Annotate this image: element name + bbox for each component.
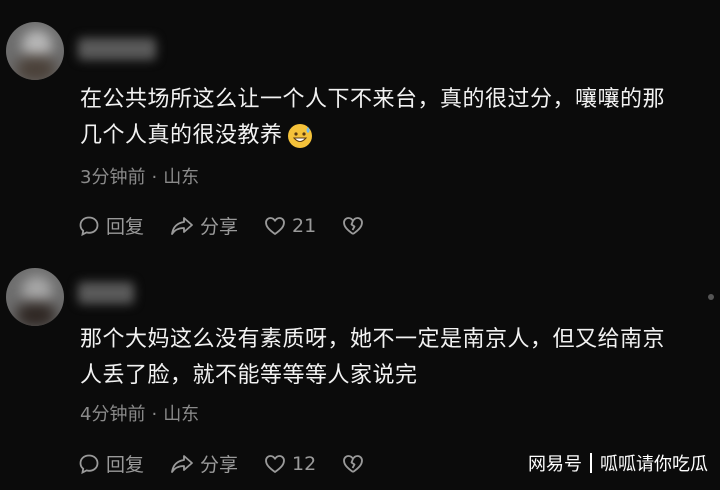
share-arrow-icon (171, 454, 193, 473)
comment-text: 那个大妈这么没有素质呀，她不一定是南京人，但又给南京 人丢了脸，就不能等等等人家… (80, 322, 710, 394)
separator: · (151, 404, 158, 425)
comment-text-line: 人丢了脸，就不能等等等人家说完 (80, 363, 418, 388)
speech-bubble-icon (79, 454, 99, 474)
comment-actions: 回复 分享 12 (78, 450, 396, 477)
comment-item: 那个大妈这么没有素质呀，她不一定是南京人，但又给南京 人丢了脸，就不能等等等人家… (0, 0, 720, 490)
dislike-button[interactable] (342, 454, 370, 474)
watermark: 网易号 呱呱请你吃瓜 (528, 450, 708, 476)
avatar[interactable] (6, 268, 64, 326)
share-button[interactable]: 分享 (170, 450, 238, 477)
comment-text-line: 那个大妈这么没有素质呀，她不一定是南京人，但又给南京 (80, 327, 666, 352)
reply-label: 回复 (106, 454, 145, 476)
broken-heart-icon (343, 454, 364, 473)
share-label: 分享 (200, 454, 239, 476)
comment-meta: 4分钟前 · 山东 (80, 400, 199, 426)
scroll-indicator (708, 294, 714, 300)
reply-button[interactable]: 回复 (78, 450, 144, 477)
comment-location: 山东 (163, 404, 200, 425)
watermark-brand: 网易号 (528, 454, 582, 475)
like-count: 12 (292, 452, 317, 475)
username-blurred[interactable] (78, 282, 134, 304)
like-button[interactable]: 12 (264, 453, 316, 475)
heart-icon (265, 454, 285, 473)
watermark-divider (590, 453, 592, 473)
comment-time: 4分钟前 (80, 404, 146, 425)
watermark-account: 呱呱请你吃瓜 (600, 454, 708, 475)
